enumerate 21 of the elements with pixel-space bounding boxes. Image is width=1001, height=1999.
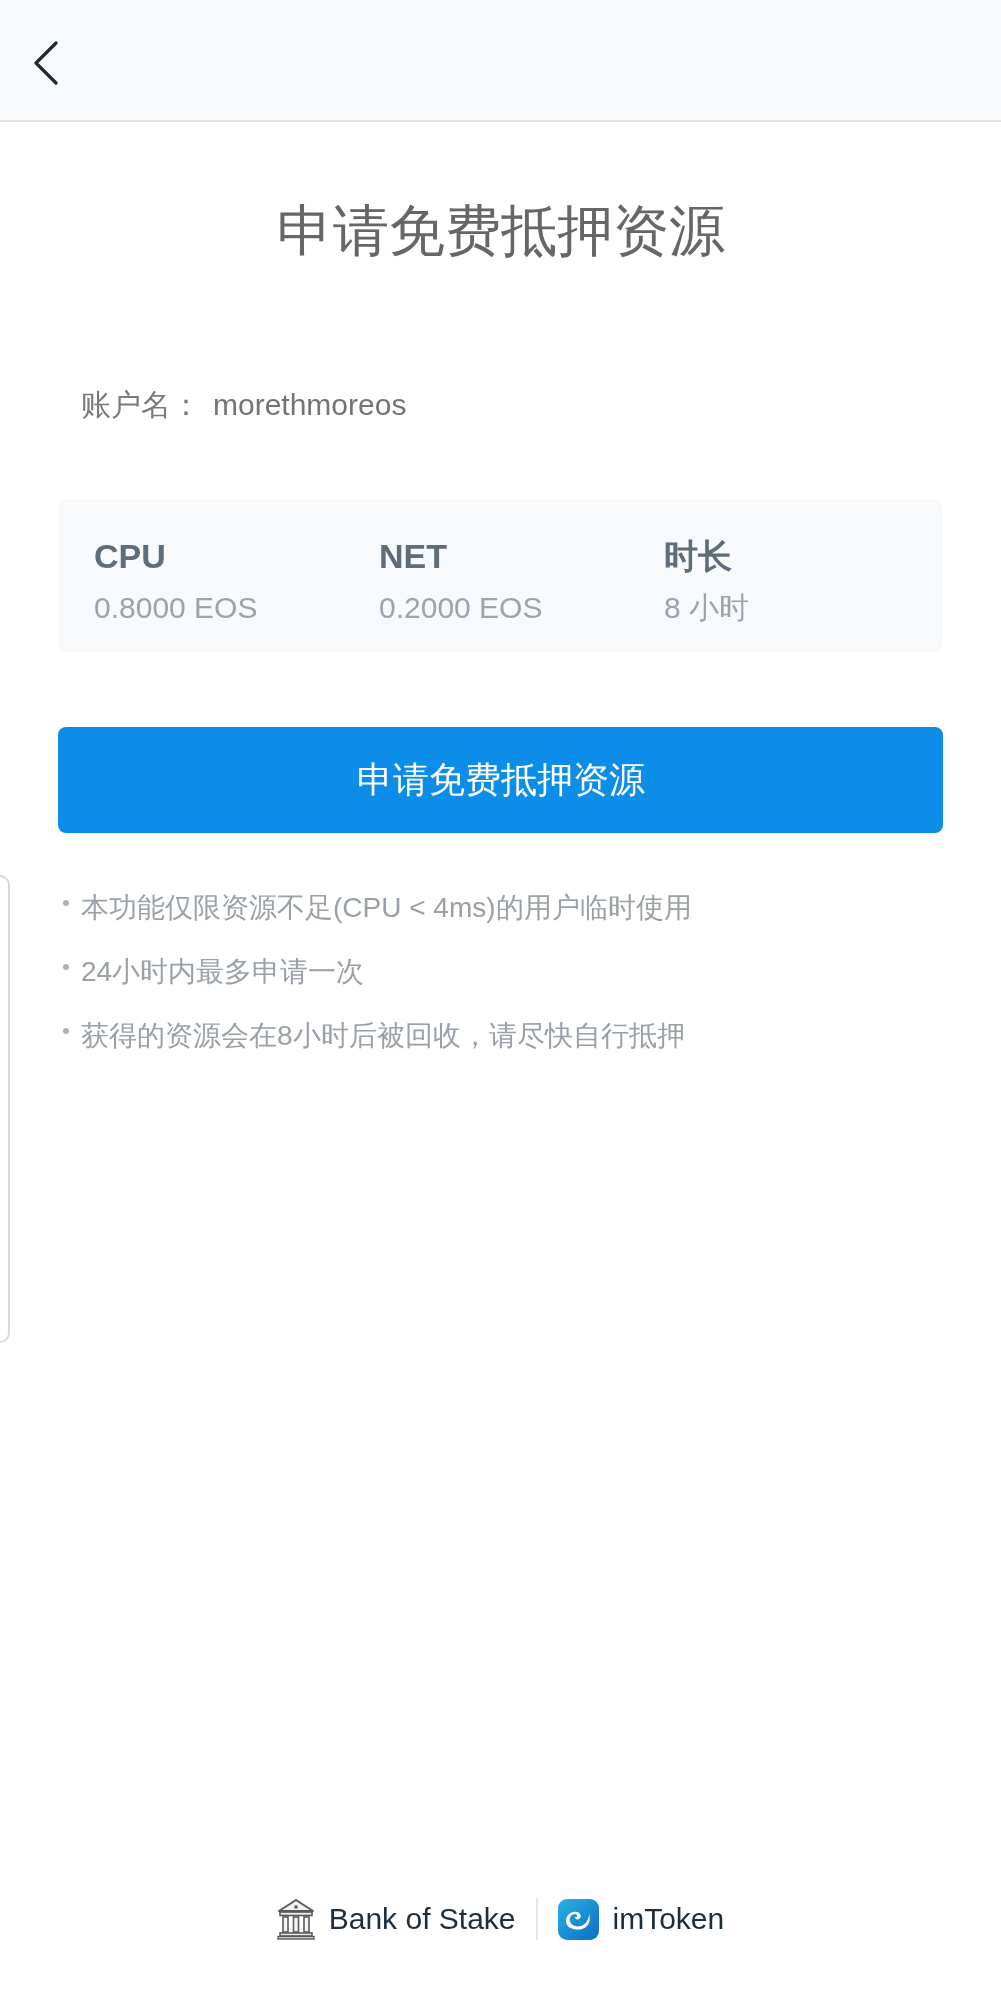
swirl-logo-icon <box>557 1898 599 1940</box>
resource-value: 0.8000 EOS <box>94 590 258 626</box>
bullet-icon <box>63 900 69 906</box>
back-icon[interactable] <box>33 41 59 85</box>
page-title: 申请免费抵押资源 <box>276 198 725 264</box>
resource-label: 时长 <box>664 536 732 577</box>
resource-value: 0.2000 EOS <box>379 590 543 626</box>
bank-building-icon <box>276 1898 315 1940</box>
resource-value: 8 小时 <box>664 590 750 626</box>
note-text: 本功能仅限资源不足(CPU < 4ms)的用户临时使用 <box>81 891 692 925</box>
note-text: 24小时内最多申请一次 <box>81 955 365 989</box>
submit-button[interactable]: 申请免费抵押资源 <box>58 727 943 833</box>
resource-label: NET <box>379 536 447 577</box>
bullet-icon <box>63 964 69 970</box>
bullet-icon <box>63 1028 69 1034</box>
partner-label: Bank of Stake <box>328 1901 516 1937</box>
account-label: 账户名： <box>81 387 201 423</box>
note-text: 获得的资源会在8小时后被回收，请尽快自行抵押 <box>81 1019 685 1053</box>
partner-label: imToken <box>612 1901 725 1937</box>
account-name: morethmoreos <box>213 387 407 423</box>
resource-label: CPU <box>94 536 166 577</box>
